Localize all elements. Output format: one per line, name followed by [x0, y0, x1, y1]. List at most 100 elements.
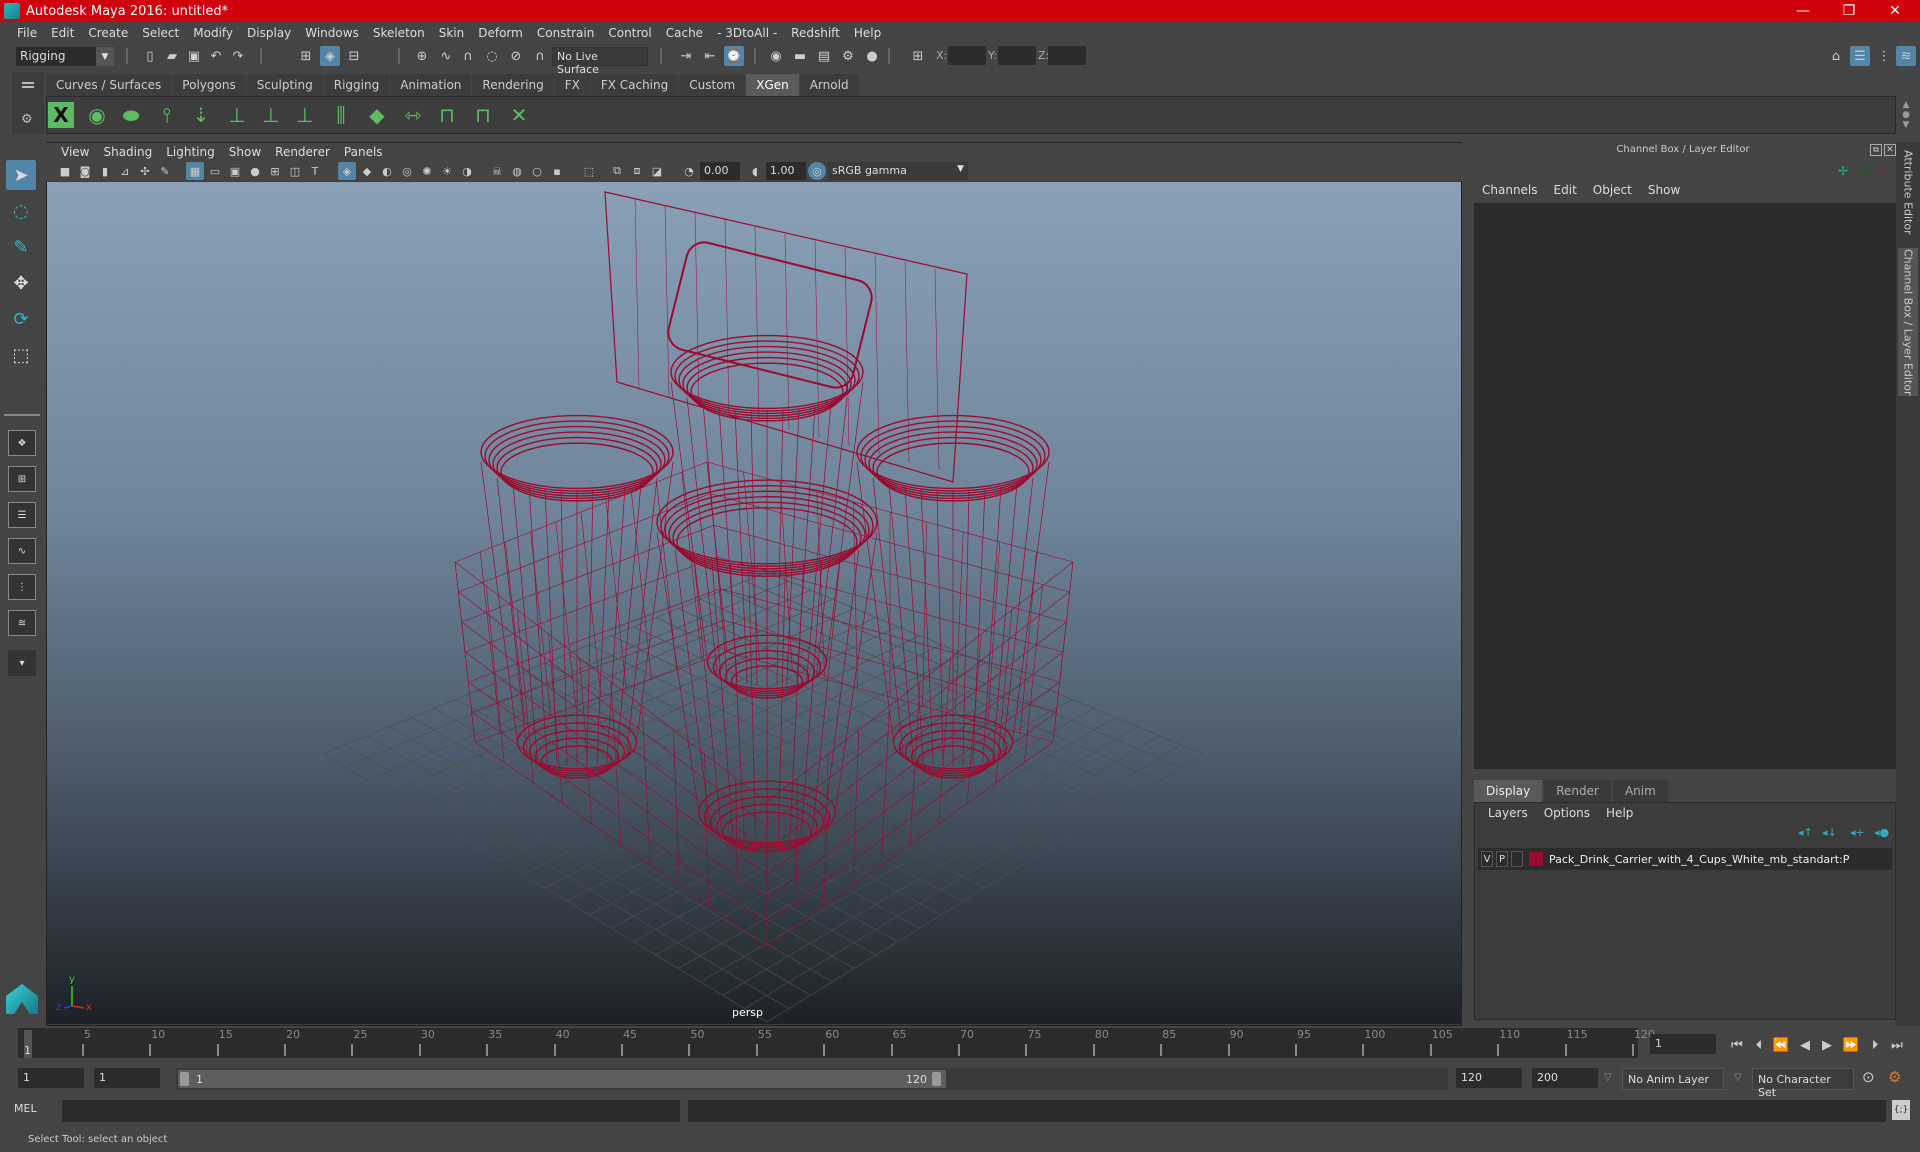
isolate-select-icon[interactable]: ▪: [548, 162, 566, 180]
grid-guide-icon[interactable]: ◆: [362, 100, 392, 130]
shelf-menu-icon[interactable]: [22, 82, 34, 88]
le-menu-layers[interactable]: Layers: [1480, 806, 1536, 820]
shelf-tab-custom[interactable]: Custom: [679, 74, 746, 96]
xray-joints-icon[interactable]: ◍: [508, 162, 526, 180]
step-back-frame-icon[interactable]: ⏴: [1750, 1036, 1768, 1054]
channel-box-body[interactable]: [1474, 203, 1896, 769]
xray-components-icon[interactable]: ○: [528, 162, 546, 180]
color-space-dropdown[interactable]: sRGB gamma ▼: [828, 162, 968, 180]
viewport-menu-lighting[interactable]: Lighting: [159, 145, 222, 159]
le-menu-help[interactable]: Help: [1598, 806, 1641, 820]
grease-pencil-icon[interactable]: ✎: [156, 162, 174, 180]
camera-attributes-icon[interactable]: ◙: [76, 162, 94, 180]
menu-constrain[interactable]: Constrain: [530, 26, 602, 40]
snap-point-icon[interactable]: ∩: [458, 46, 478, 66]
input-ops-icon[interactable]: ⇥: [676, 46, 696, 66]
field-chart-icon[interactable]: ⊞: [266, 162, 284, 180]
grid-toggle-icon[interactable]: ▦: [186, 162, 204, 180]
paint-select-tool-icon[interactable]: ✎: [6, 232, 36, 262]
menu-edit[interactable]: Edit: [44, 26, 81, 40]
color-management-toggle-icon[interactable]: ◎: [808, 162, 826, 180]
new-scene-icon[interactable]: ▯: [140, 46, 160, 66]
menu-windows[interactable]: Windows: [298, 26, 366, 40]
xray-icon[interactable]: ☠: [488, 162, 506, 180]
select-camera-icon[interactable]: ⬚: [580, 162, 598, 180]
playback-end-field[interactable]: 120: [1456, 1068, 1522, 1088]
cb-menu-edit[interactable]: Edit: [1546, 183, 1585, 203]
hypershade-icon[interactable]: ●: [862, 46, 882, 66]
motion-blur-icon[interactable]: ◪: [648, 162, 666, 180]
shelf-tab-fx-caching[interactable]: FX Caching: [590, 74, 679, 96]
menu-help[interactable]: Help: [847, 26, 888, 40]
current-frame-marker[interactable]: 1: [24, 1030, 32, 1058]
y-coord-field[interactable]: [998, 46, 1036, 65]
guide-add-icon[interactable]: ⊥: [222, 100, 252, 130]
hud-icon[interactable]: ⧉: [608, 162, 626, 180]
shelf-tab-rigging[interactable]: Rigging: [323, 74, 390, 96]
character-set-dropdown[interactable]: No Character Set: [1752, 1068, 1854, 1099]
play-backwards-icon[interactable]: ◀: [1796, 1036, 1814, 1054]
move-layer-down-icon[interactable]: ◂↓: [1822, 826, 1837, 839]
lasso-tool-icon[interactable]: ◌: [6, 196, 36, 226]
menu-modify[interactable]: Modify: [186, 26, 240, 40]
manipulator-icon[interactable]: ✢: [1838, 164, 1848, 178]
gate-mask-icon[interactable]: ●: [246, 162, 264, 180]
menu-3dtoall[interactable]: - 3DtoAll -: [710, 26, 784, 40]
persp-graph-layout-icon[interactable]: ∿: [8, 538, 36, 564]
use-lights-icon[interactable]: ✺: [418, 162, 436, 180]
step-forward-key-icon[interactable]: ⏩: [1842, 1036, 1860, 1054]
channel-box-tab[interactable]: Channel Box / Layer Editor: [1898, 248, 1918, 396]
2d-pan-zoom-icon[interactable]: ✣: [136, 162, 154, 180]
shelf-tab-xgen[interactable]: XGen: [746, 74, 799, 96]
resolution-gate-icon[interactable]: ▣: [226, 162, 244, 180]
viewport-menu-renderer[interactable]: Renderer: [268, 145, 337, 159]
bookmark-icon[interactable]: ▮: [96, 162, 114, 180]
step-back-key-icon[interactable]: ⏪: [1772, 1036, 1790, 1054]
shelf-tab-sculpting[interactable]: Sculpting: [246, 74, 323, 96]
render-settings-icon[interactable]: ⚙: [838, 46, 858, 66]
make-live-icon[interactable]: ∩: [530, 46, 550, 66]
close-button[interactable]: ✕: [1874, 0, 1916, 22]
menu-cache[interactable]: Cache: [659, 26, 710, 40]
anim-layer-menu-icon[interactable]: ▽: [1604, 1072, 1612, 1083]
shelf-tab-fx[interactable]: FX: [554, 74, 590, 96]
animation-preferences-icon[interactable]: ⚙: [1888, 1068, 1901, 1086]
construction-history-icon[interactable]: ⌚: [724, 46, 744, 66]
film-gate-icon[interactable]: ▭: [206, 162, 224, 180]
sample-guide-icon[interactable]: ⇣: [186, 100, 216, 130]
open-scene-icon[interactable]: ▰: [162, 46, 182, 66]
shelf-tab-curves[interactable]: Curves / Surfaces: [46, 74, 172, 96]
shelf-tab-rendering[interactable]: Rendering: [472, 74, 554, 96]
menu-skin[interactable]: Skin: [432, 26, 472, 40]
undo-icon[interactable]: ↶: [206, 46, 226, 66]
layer-tab-anim[interactable]: Anim: [1612, 780, 1668, 802]
menu-control[interactable]: Control: [601, 26, 658, 40]
minimize-button[interactable]: —: [1782, 0, 1824, 22]
wireframe-shading-icon[interactable]: ◈: [338, 162, 356, 180]
shelf-gear-icon[interactable]: ⚙: [21, 112, 33, 127]
exposure-icon[interactable]: ◔: [680, 162, 698, 180]
menu-deform[interactable]: Deform: [471, 26, 530, 40]
shelf-tab-arnold[interactable]: Arnold: [799, 74, 859, 96]
le-menu-options[interactable]: Options: [1536, 806, 1598, 820]
add-guide-icon[interactable]: ⫯: [152, 100, 182, 130]
output-ops-icon[interactable]: ⇤: [700, 46, 720, 66]
outliner-persp-layout-icon[interactable]: ☰: [8, 502, 36, 528]
layer-color-swatch[interactable]: [1529, 852, 1543, 866]
guide-scale-icon[interactable]: ⇿: [398, 100, 428, 130]
play-forwards-icon[interactable]: ▶: [1818, 1036, 1836, 1054]
menu-select[interactable]: Select: [135, 26, 186, 40]
menu-redshift[interactable]: Redshift: [784, 26, 847, 40]
cb-menu-show[interactable]: Show: [1640, 183, 1688, 203]
guide-bounds-icon[interactable]: ⊓: [468, 100, 498, 130]
close-panel-icon[interactable]: ✕: [1884, 144, 1896, 156]
range-slider-bar[interactable]: [178, 1070, 946, 1088]
tool-settings-icon[interactable]: ⋮: [1874, 46, 1894, 66]
3d-scene[interactable]: [47, 182, 1461, 1024]
gamma-field[interactable]: 1.00: [766, 162, 806, 180]
viewport-menu-panels[interactable]: Panels: [337, 145, 390, 159]
ambient-occlusion-icon[interactable]: ◑: [458, 162, 476, 180]
guide-delete-icon[interactable]: ✕: [504, 100, 534, 130]
smooth-shading-icon[interactable]: ◆: [358, 162, 376, 180]
x-coord-field[interactable]: [948, 46, 986, 65]
